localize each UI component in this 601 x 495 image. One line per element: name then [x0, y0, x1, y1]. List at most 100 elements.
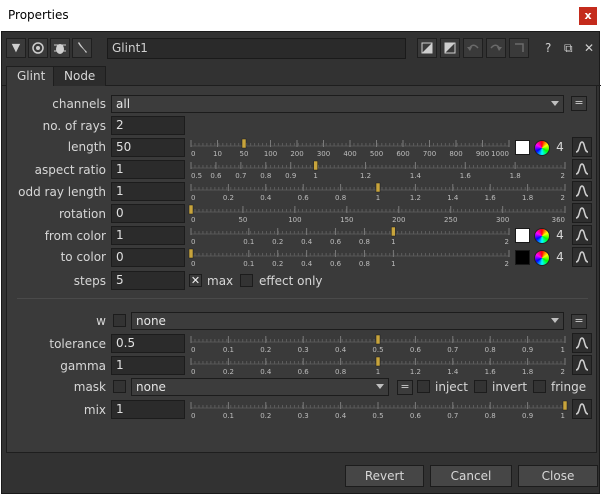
close-icon[interactable]: ✕: [584, 41, 594, 55]
aspect-animation-curve-icon[interactable]: [572, 159, 592, 179]
slider-tick-label: 0: [191, 412, 195, 420]
odd-animation-curve-icon[interactable]: [572, 181, 592, 201]
from-color-animation-curve-icon[interactable]: [572, 225, 592, 245]
length-animation-curve-icon[interactable]: [572, 137, 592, 157]
from-color-slider[interactable]: 0 0.1 0.2 0.4 0.6 0.8 1 2: [188, 225, 512, 249]
slider-tick-label: 0: [191, 346, 195, 354]
help-icon[interactable]: ?: [545, 41, 551, 55]
effect-only-checkbox[interactable]: [240, 274, 253, 287]
from-color-swatch[interactable]: [515, 228, 530, 243]
slider-tick-label: 0.8: [335, 368, 346, 376]
length-color-swatch[interactable]: [515, 140, 530, 155]
mask-dropdown[interactable]: none: [131, 378, 389, 396]
gamma-slider[interactable]: 0 0.2 0.4 0.6 0.8 1 1.2 1.4 1.6 1.8 2: [188, 355, 568, 379]
rotation-animation-curve-icon[interactable]: [572, 203, 592, 223]
odd-input[interactable]: 1: [111, 182, 185, 201]
wrench-icon[interactable]: [72, 38, 92, 58]
inject-checkbox[interactable]: [417, 380, 430, 393]
w-checkbox[interactable]: [113, 314, 126, 327]
length-channel-count[interactable]: 4: [552, 138, 568, 156]
slider-tick-label: 10: [213, 150, 222, 158]
input-icon[interactable]: [417, 38, 437, 58]
tolerance-input[interactable]: 0.5: [111, 334, 185, 353]
slider-tick-label: 0.5: [372, 346, 383, 354]
slider-tick-label: 50: [238, 216, 247, 224]
cancel-button[interactable]: Cancel: [430, 465, 512, 487]
rotation-slider[interactable]: 0 50 100 150 200 250 300 360: [188, 203, 568, 227]
to-color-slider[interactable]: 0 0.1 0.2 0.4 0.6 0.8 1 2: [188, 247, 512, 271]
slider-tick-label: 50: [240, 150, 249, 158]
aspect-input[interactable]: 1: [111, 160, 185, 179]
viewer-icon[interactable]: [28, 38, 48, 58]
redo-icon[interactable]: [486, 38, 506, 58]
from-color-wheel-icon[interactable]: [534, 228, 550, 244]
mask-checkbox[interactable]: [113, 380, 126, 393]
mix-slider[interactable]: 0 0.1 0.2 0.3 0.4 0.5 0.6 0.7 0.8 0.9 1: [188, 399, 568, 423]
length-slider[interactable]: 0 10 50 100 200 300 400 500 600 700 800 900 1000: [188, 137, 512, 161]
invert-checkbox[interactable]: [474, 380, 487, 393]
mask-value: none: [136, 380, 166, 394]
length-color-wheel-icon[interactable]: [534, 140, 550, 156]
slider-tick-label: 2: [561, 194, 565, 202]
slider-tick-label: 0.5: [191, 172, 202, 180]
fringe-label: fringe: [551, 380, 587, 394]
node-name-field[interactable]: Glint1: [107, 38, 406, 59]
length-input[interactable]: 50: [111, 138, 185, 157]
to-color-animation-curve-icon[interactable]: [572, 247, 592, 267]
window-close-button[interactable]: x: [579, 7, 597, 25]
to-color-label: to color: [60, 250, 106, 264]
w-dropdown[interactable]: none: [131, 312, 564, 330]
gamma-animation-curve-icon[interactable]: [572, 355, 592, 375]
tab-glint[interactable]: Glint: [6, 66, 57, 87]
rays-label: no. of rays: [42, 119, 106, 133]
slider-tick-label: 900: [476, 150, 489, 158]
collapse-button[interactable]: ▼: [6, 38, 26, 58]
slider-tick-label: 0.8: [485, 412, 496, 420]
undo-icon[interactable]: [463, 38, 483, 58]
mix-animation-curve-icon[interactable]: [572, 399, 592, 419]
slider-handle: [188, 248, 194, 259]
max-checkbox[interactable]: ✕: [189, 274, 202, 287]
slider-tick-label: 1.4: [447, 194, 459, 202]
rotation-label: rotation: [58, 207, 106, 221]
slider-tick-label: 1.6: [485, 194, 497, 202]
float-icon[interactable]: ⧉: [564, 41, 573, 56]
section-divider: [17, 298, 588, 299]
mask-link-button[interactable]: =: [397, 380, 413, 395]
to-color-swatch[interactable]: [515, 250, 530, 265]
rays-input[interactable]: 2: [111, 116, 185, 135]
tolerance-label: tolerance: [49, 337, 106, 351]
tolerance-animation-curve-icon[interactable]: [572, 333, 592, 353]
to-color-input[interactable]: 0: [111, 248, 185, 267]
to-color-wheel-icon[interactable]: [534, 250, 550, 266]
w-link-button[interactable]: =: [571, 314, 587, 329]
from-color-label: from color: [44, 229, 106, 243]
tolerance-slider[interactable]: 0 0.1 0.2 0.3 0.4 0.5 0.6 0.7 0.8 0.9 1: [188, 333, 568, 357]
output-icon[interactable]: [440, 38, 460, 58]
from-color-input[interactable]: 1: [111, 226, 185, 245]
fringe-checkbox[interactable]: [533, 380, 546, 393]
revert-icon[interactable]: [509, 38, 529, 58]
odd-slider[interactable]: 0 0.2 0.4 0.6 0.8 1 1.2 1.4 1.6 1.8 2: [188, 181, 568, 205]
rotation-input[interactable]: 0: [111, 204, 185, 223]
steps-input[interactable]: 5: [111, 271, 185, 290]
close-button[interactable]: Close: [518, 465, 598, 487]
properties-panel: ▼ Glint1 ? ⧉ ✕ Glint Node channels all =…: [1, 31, 601, 494]
slider-tick-label: 300: [496, 216, 509, 224]
revert-button[interactable]: Revert: [345, 465, 424, 487]
slider-tick-label: 0.4: [260, 368, 272, 376]
slider-tick-label: 0.6: [410, 412, 422, 420]
bug-icon[interactable]: [50, 38, 70, 58]
slider-tick-label: 0.8: [260, 172, 271, 180]
gamma-input[interactable]: 1: [111, 356, 185, 375]
to-color-channel-count[interactable]: 4: [552, 248, 568, 266]
from-color-channel-count[interactable]: 4: [552, 226, 568, 244]
channels-dropdown[interactable]: all: [111, 95, 564, 113]
tab-node[interactable]: Node: [53, 66, 107, 87]
slider-tick-label: 0.6: [330, 260, 342, 268]
slider-tick-label: 0.4: [335, 346, 347, 354]
slider-tick-label: 100: [288, 216, 301, 224]
aspect-slider[interactable]: 0.5 0.6 0.7 0.8 0.9 1 1.2 1.4 1.6 1.8 2: [188, 159, 568, 183]
channels-link-button[interactable]: =: [571, 96, 587, 111]
mix-input[interactable]: 1: [111, 400, 185, 419]
